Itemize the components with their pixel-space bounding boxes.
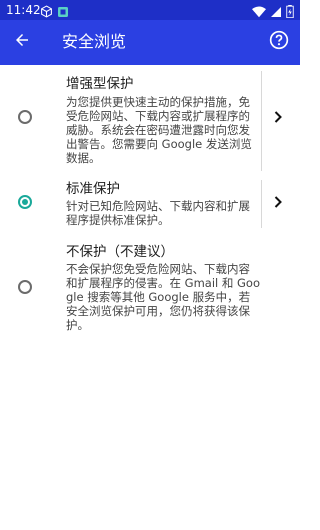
- option-title: 增强型保护: [66, 76, 134, 92]
- radio-no-protection[interactable]: [18, 280, 32, 294]
- arrow-back-icon: [13, 31, 31, 53]
- option-standard-protection[interactable]: 标准保护 针对已知危险网站、下载内容和扩展程序提供标准保护。: [0, 178, 300, 233]
- option-enhanced-protection[interactable]: 增强型保护 为您提供更快速主动的保护措施，免受危险网站、下载内容或扩展程序的威胁…: [0, 65, 300, 175]
- help-icon: [269, 30, 289, 54]
- chevron-right-icon: [274, 196, 282, 208]
- page-title: 安全浏览: [62, 32, 127, 51]
- radio-enhanced-protection[interactable]: [18, 110, 32, 124]
- status-time: 11:42: [6, 3, 41, 17]
- divider: [261, 71, 262, 171]
- back-button[interactable]: [8, 28, 36, 56]
- radio-standard-protection[interactable]: [18, 195, 32, 209]
- help-button[interactable]: [266, 29, 292, 55]
- details-button-standard[interactable]: [272, 195, 284, 209]
- status-bar: 11:42: [0, 0, 300, 20]
- option-description: 不会保护您免受危险网站、下载内容和扩展程序的侵害。在 Gmail 和 Googl…: [66, 262, 260, 332]
- option-title: 不保护（不建议）: [66, 244, 174, 260]
- option-description: 为您提供更快速主动的保护措施，免受危险网站、下载内容或扩展程序的威胁。系统会在密…: [66, 95, 252, 165]
- divider: [261, 180, 262, 228]
- chevron-right-icon: [274, 111, 282, 123]
- option-description: 针对已知危险网站、下载内容和扩展程序提供标准保护。: [66, 199, 250, 227]
- option-title: 标准保护: [66, 181, 120, 197]
- details-button-enhanced[interactable]: [272, 110, 284, 124]
- option-no-protection[interactable]: 不保护（不建议） 不会保护您免受危险网站、下载内容和扩展程序的侵害。在 Gmai…: [0, 243, 300, 343]
- app-bar: 安全浏览: [0, 20, 300, 65]
